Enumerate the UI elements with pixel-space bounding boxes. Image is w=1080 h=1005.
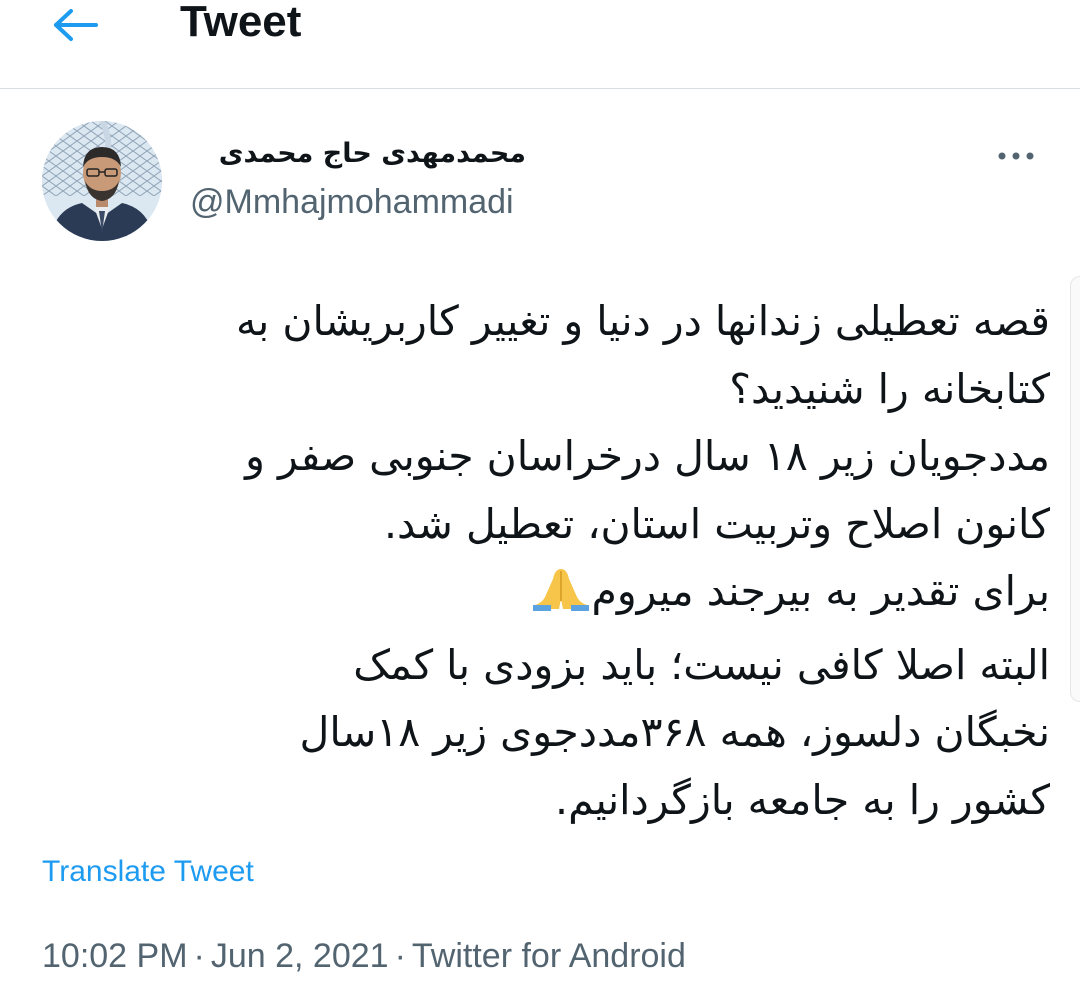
meta-separator: · <box>193 937 205 975</box>
tweet-line: برای تقدیر به بیرجند میروم <box>591 567 1050 615</box>
tweet-line: کتابخانه را شنیدید؟ <box>729 364 1050 413</box>
author-display-name[interactable]: محمدمهدی حاج محمدی <box>186 134 526 174</box>
more-options-button[interactable] <box>986 136 1046 176</box>
meta-separator: · <box>394 937 406 975</box>
folded-hands-icon <box>531 564 591 632</box>
arrow-left-icon <box>54 9 98 41</box>
tweet-line: قصه تعطیلی زندانها در دنیا و تغییر کاربر… <box>235 297 1050 345</box>
top-bar: Tweet <box>0 0 1080 89</box>
page-title: Tweet <box>180 0 302 46</box>
tweet-line: کانون اصلاح وتربیت استان، تعطیل شد. <box>384 499 1050 548</box>
back-button[interactable] <box>40 0 112 50</box>
tweet-text: قصه تعطیلی زندانها در دنیا و تغییر کاربر… <box>30 288 1050 834</box>
tweet-source[interactable]: Twitter for Android <box>412 937 686 975</box>
translate-tweet-link[interactable]: Translate Tweet <box>42 852 254 892</box>
avatar[interactable] <box>42 121 162 241</box>
author-handle[interactable]: @Mmhajmohammadi <box>190 180 514 224</box>
tweet-line: نخبگان دلسوز، همه ۳۶۸مددجوی زیر ۱۸سال <box>299 708 1050 756</box>
tweet-line: البته اصلا کافی نیست؛ باید بزودی با کمک <box>353 640 1050 689</box>
tweet-line: کشور را به جامعه بازگردانیم. <box>555 775 1050 824</box>
scroll-indicator[interactable] <box>1070 276 1080 702</box>
tweet-meta: 10:02 PM · Jun 2, 2021 · Twitter for Android <box>42 934 686 978</box>
tweet-time[interactable]: 10:02 PM <box>42 937 188 975</box>
tweet-line-with-emoji: برای تقدیر به بیرجند میروم <box>30 558 1050 632</box>
tweet-date[interactable]: Jun 2, 2021 <box>211 937 389 975</box>
avatar-photo <box>42 121 162 241</box>
more-dots-icon <box>998 152 1034 160</box>
tweet-line: مددجویان زیر ۱۸ سال درخراسان جنوبی صفر و <box>245 432 1050 480</box>
